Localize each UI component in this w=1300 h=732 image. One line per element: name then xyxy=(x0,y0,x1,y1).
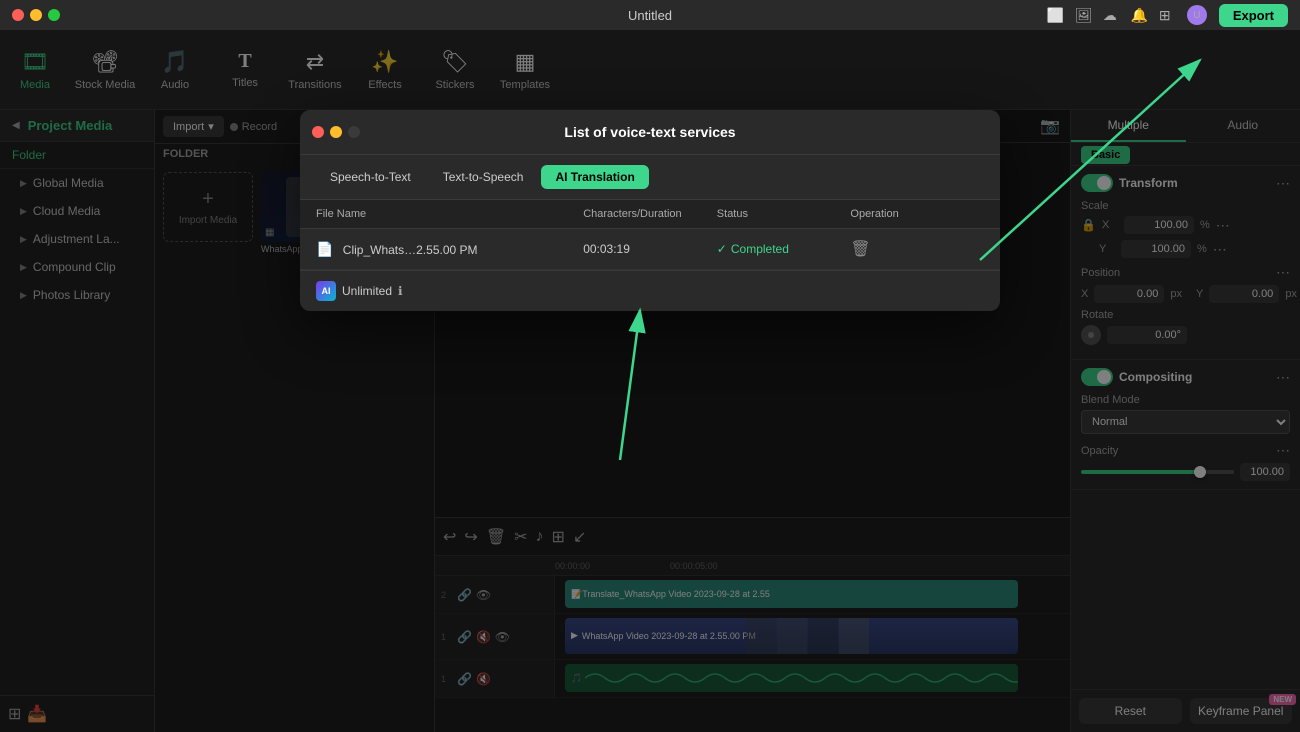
file-icon: 📄 xyxy=(316,241,333,257)
modal-overlay[interactable]: List of voice-text services Speech-to-Te… xyxy=(0,30,1300,732)
avatar[interactable]: U xyxy=(1187,5,1207,25)
modal-header: List of voice-text services xyxy=(300,110,1000,155)
modal-tabs: Speech-to-Text Text-to-Speech AI Transla… xyxy=(300,155,1000,200)
grid-icon[interactable]: ⊞ xyxy=(1159,7,1175,23)
modal-table: File Name Characters/Duration Status Ope… xyxy=(300,200,1000,270)
modal-maximize-dot[interactable] xyxy=(348,126,360,138)
ai-badge: AI xyxy=(316,281,336,301)
file-name-text: Clip_Whats…2.55.00 PM xyxy=(343,243,478,257)
col-duration: Characters/Duration xyxy=(583,208,717,220)
cloud-icon[interactable]: ☁ xyxy=(1103,7,1119,23)
close-dot[interactable] xyxy=(12,9,24,21)
modal-footer: AI Unlimited ℹ xyxy=(300,270,1000,311)
col-status: Status xyxy=(717,208,851,220)
titlebar-actions: ⬜ 🖼 ☁ 🔔 ⊞ U Export xyxy=(1047,4,1288,27)
window-controls xyxy=(12,9,60,21)
cell-operation: 🗑 xyxy=(850,239,984,259)
info-icon[interactable]: ℹ xyxy=(398,284,403,298)
modal-window-controls xyxy=(312,126,360,138)
screen-icon[interactable]: ⬜ xyxy=(1047,7,1063,23)
maximize-dot[interactable] xyxy=(48,9,60,21)
col-file-name: File Name xyxy=(316,208,583,220)
table-header: File Name Characters/Duration Status Ope… xyxy=(300,200,1000,229)
export-button[interactable]: Export xyxy=(1219,4,1288,27)
modal-close-dot[interactable] xyxy=(312,126,324,138)
titlebar: Untitled ⬜ 🖼 ☁ 🔔 ⊞ U Export xyxy=(0,0,1300,30)
cell-file-name: 📄 Clip_Whats…2.55.00 PM xyxy=(316,241,583,258)
status-completed: ✓ Completed xyxy=(717,242,851,256)
bell-icon[interactable]: 🔔 xyxy=(1131,7,1147,23)
modal-tab-speech-to-text[interactable]: Speech-to-Text xyxy=(316,165,425,189)
delete-row-button[interactable]: 🗑 xyxy=(850,239,870,259)
modal-tab-text-to-speech[interactable]: Text-to-Speech xyxy=(429,165,538,189)
cell-duration: 00:03:19 xyxy=(583,242,717,256)
modal-tab-ai-translation[interactable]: AI Translation xyxy=(541,165,648,189)
modal-title: List of voice-text services xyxy=(564,124,735,140)
table-row: 📄 Clip_Whats…2.55.00 PM 00:03:19 ✓ Compl… xyxy=(300,229,1000,270)
minimize-dot[interactable] xyxy=(30,9,42,21)
photo-icon[interactable]: 🖼 xyxy=(1075,7,1091,23)
modal-minimize-dot[interactable] xyxy=(330,126,342,138)
cell-status: ✓ Completed xyxy=(717,242,851,256)
status-text: Completed xyxy=(731,242,789,256)
col-operation: Operation xyxy=(850,208,984,220)
check-icon: ✓ xyxy=(717,242,727,256)
unlimited-text: Unlimited xyxy=(342,284,392,298)
voice-text-modal: List of voice-text services Speech-to-Te… xyxy=(300,110,1000,311)
window-title: Untitled xyxy=(628,8,672,23)
